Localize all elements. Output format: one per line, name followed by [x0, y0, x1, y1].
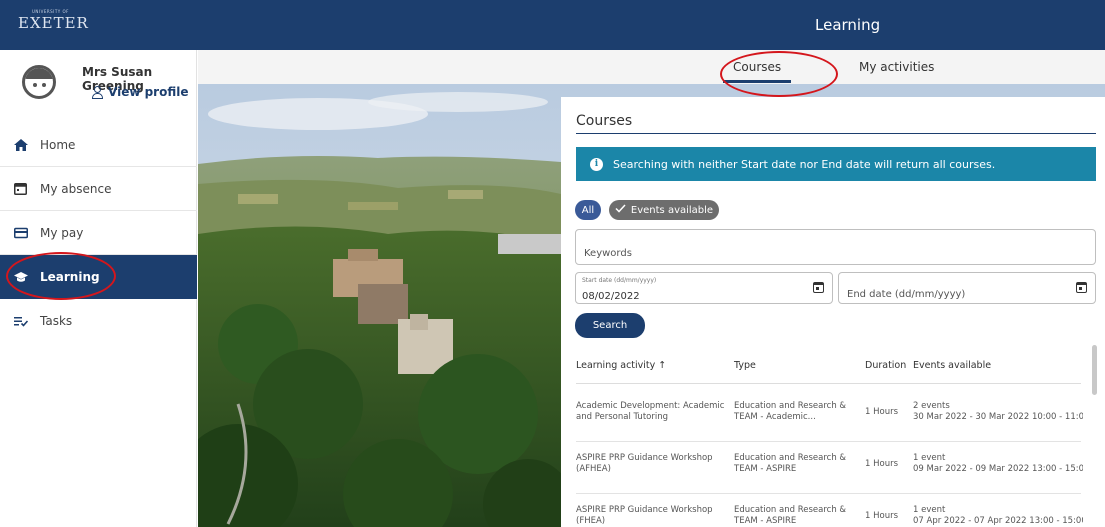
title-divider: [576, 133, 1096, 134]
table-scrollbar[interactable]: [1092, 345, 1097, 395]
graduation-cap-icon: [14, 271, 28, 283]
sidebar-item-my-absence[interactable]: My absence: [0, 167, 197, 211]
home-icon: [14, 138, 28, 151]
info-banner: i Searching with neither Start date nor …: [576, 147, 1096, 181]
sidebar-item-label: My pay: [40, 225, 84, 240]
courses-panel: Courses i Searching with neither Start d…: [561, 97, 1105, 527]
top-header: UNIVERSITY OF EXETER Learning: [0, 0, 1105, 50]
keywords-input[interactable]: [584, 248, 1087, 259]
card-icon: [14, 227, 28, 239]
type-cell: Education and Research &: [734, 505, 847, 515]
type-cell: Education and Research &: [734, 453, 847, 463]
events-cell: 07 Apr 2022 - 07 Apr 2022 13:00 - 15:00: [913, 516, 1083, 526]
sidebar-item-my-pay[interactable]: My pay: [0, 211, 197, 255]
info-banner-text: Searching with neither Start date nor En…: [613, 157, 996, 171]
events-cell: 30 Mar 2022 - 30 Mar 2022 10:00 - 11:0..…: [913, 412, 1083, 422]
type-cell: TEAM - ASPIRE: [734, 464, 797, 474]
activity-cell: Academic Development: Academic: [576, 401, 725, 411]
university-logo[interactable]: UNIVERSITY OF EXETER: [18, 9, 89, 32]
sidebar-item-label: Learning: [40, 269, 100, 284]
tab-courses[interactable]: Courses: [723, 60, 792, 83]
start-date-label: Start date (dd/mm/yyyy): [582, 277, 657, 284]
sidebar-item-label: Tasks: [40, 314, 73, 328]
sidebar-item-label: My absence: [40, 181, 112, 196]
end-date-field[interactable]: [838, 272, 1096, 304]
events-cell: 2 events: [913, 401, 950, 411]
sidebar-item-tasks[interactable]: Tasks: [0, 299, 197, 343]
tab-bar: Courses My activities: [198, 50, 1105, 84]
sidebar: Mrs Susan Greening View profile Home My …: [0, 50, 197, 527]
start-date-field[interactable]: Start date (dd/mm/yyyy): [575, 272, 833, 304]
logo-small-text: UNIVERSITY OF: [32, 9, 69, 14]
type-cell: TEAM - Academic...: [734, 412, 816, 422]
column-learning-activity[interactable]: Learning activity ↑: [576, 360, 666, 371]
keywords-field[interactable]: [575, 229, 1096, 265]
type-cell: Education and Research &: [734, 401, 847, 411]
sidebar-nav: Home My absence My pay Learning Tasks: [0, 123, 197, 343]
column-duration[interactable]: Duration: [865, 360, 906, 371]
sidebar-item-learning[interactable]: Learning: [0, 255, 197, 299]
info-icon: i: [590, 157, 603, 171]
duration-cell: 1 Hours: [865, 459, 899, 469]
calendar-icon: [14, 182, 28, 195]
activity-cell: (AFHEA): [576, 464, 611, 474]
filter-events-label: Events available: [630, 204, 714, 216]
table-row[interactable]: ASPIRE PRP Guidance Workshop (AFHEA) Edu…: [576, 442, 1083, 494]
activity-cell: ASPIRE PRP Guidance Workshop: [576, 453, 713, 463]
activity-cell: ASPIRE PRP Guidance Workshop: [576, 505, 713, 515]
end-date-input[interactable]: [847, 289, 1087, 300]
duration-cell: 1 Hours: [865, 407, 899, 417]
events-cell: 1 event: [913, 505, 946, 515]
tab-courses-label: Courses: [733, 60, 782, 74]
check-icon: [615, 204, 626, 216]
events-cell: 09 Mar 2022 - 09 Mar 2022 13:00 - 15:00: [913, 464, 1083, 474]
filter-events-available-chip[interactable]: Events available: [609, 200, 719, 220]
filter-all-chip[interactable]: All: [575, 200, 601, 220]
sidebar-item-home[interactable]: Home: [0, 123, 197, 167]
tab-my-activities[interactable]: My activities: [859, 60, 934, 74]
courses-title: Courses: [576, 113, 633, 129]
activity-cell: and Personal Tutoring: [576, 412, 668, 422]
tab-my-activities-label: My activities: [859, 60, 935, 74]
tasks-icon: [14, 315, 28, 327]
events-cell: 1 event: [913, 453, 946, 463]
table-row[interactable]: ASPIRE PRP Guidance Workshop (FHEA) Educ…: [576, 494, 1083, 527]
table-header: Learning activity ↑ Type Duration Events…: [576, 360, 1081, 384]
column-type[interactable]: Type: [734, 360, 756, 371]
start-date-input[interactable]: [582, 291, 826, 302]
view-profile-label: View profile: [108, 85, 189, 99]
column-events-available[interactable]: Events available: [913, 360, 991, 371]
view-profile-link[interactable]: View profile: [92, 85, 189, 99]
search-button[interactable]: Search: [575, 313, 645, 338]
logo-text: EXETER: [18, 14, 89, 32]
app-title: Learning: [815, 16, 881, 34]
table-row[interactable]: Academic Development: Academic and Perso…: [576, 390, 1083, 442]
sidebar-item-label: Home: [40, 137, 76, 152]
activity-cell: (FHEA): [576, 516, 606, 526]
duration-cell: 1 Hours: [865, 511, 899, 521]
person-icon: [92, 86, 103, 99]
profile-section: Mrs Susan Greening View profile: [0, 50, 197, 120]
type-cell: TEAM - ASPIRE: [734, 516, 797, 526]
calendar-icon[interactable]: [813, 282, 824, 293]
filter-all-label: All: [581, 204, 595, 216]
calendar-icon[interactable]: [1076, 282, 1087, 293]
avatar-icon: [22, 65, 56, 99]
